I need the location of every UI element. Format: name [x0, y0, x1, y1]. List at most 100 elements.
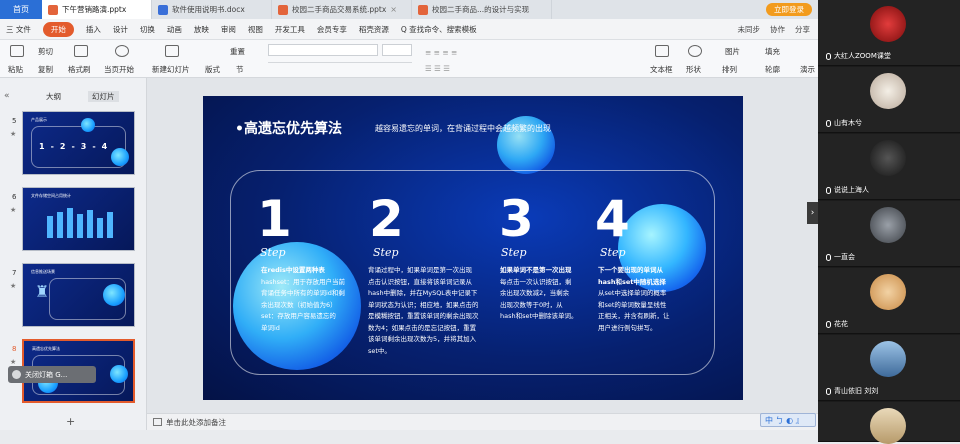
tower-icon: ♜	[35, 282, 50, 301]
menu-file[interactable]: 三 文件	[6, 24, 31, 35]
step-number[interactable]: 2	[369, 190, 404, 248]
shape-icon[interactable]	[688, 45, 702, 57]
step-description[interactable]: 在redis中设置两种表 hashset：用于存放用户当前 背诵任务中所有的单词…	[261, 265, 361, 334]
menu-resources[interactable]: 稻壳资源	[359, 24, 389, 35]
doc-tab[interactable]: 校园二手商品交易系统.pptx ×	[272, 0, 412, 19]
participant-name: 一直会	[826, 252, 855, 262]
menu-animation[interactable]: 动画	[167, 24, 182, 35]
menu-start[interactable]: 开始	[42, 21, 74, 37]
docx-icon	[158, 4, 168, 15]
step-description[interactable]: 如果单词不是第一次出现 每点击一次认识按钮，剩 余出现次数减2，当剩余 出现次数…	[500, 265, 592, 323]
tab-bar: 首页 下午营销路演.pptx 软件使用说明书.docx 校园二手商品交易系统.p…	[0, 0, 818, 19]
pptx-icon	[278, 4, 288, 15]
paste-icon[interactable]	[10, 45, 24, 57]
participant-tile[interactable]: 花花	[818, 268, 960, 334]
outline-button[interactable]: 轮廓	[765, 64, 780, 75]
text-box-button[interactable]: 文本框	[650, 64, 673, 75]
menu-slideshow[interactable]: 放映	[194, 24, 209, 35]
doc-tab[interactable]: 软件使用说明书.docx	[152, 0, 272, 19]
menu-review[interactable]: 审阅	[221, 24, 236, 35]
format-painter-icon[interactable]	[74, 45, 88, 57]
section-button[interactable]: 节	[236, 64, 244, 75]
collab-button[interactable]: 协作	[770, 24, 785, 35]
step-label[interactable]: Step	[373, 246, 399, 259]
paste-button[interactable]: 粘贴	[8, 64, 23, 75]
thumb-title: 产品展示	[31, 117, 47, 122]
mic-icon	[826, 320, 831, 328]
pptx-icon	[418, 4, 428, 15]
participant-tile[interactable]: 山有木兮	[818, 67, 960, 133]
slide[interactable]: •高遗忘优先算法 越容易遗忘的单词，在背诵过程中会越频繁的出现 1 Step 在…	[203, 96, 743, 400]
slide-title[interactable]: •高遗忘优先算法	[235, 118, 342, 138]
tab-slides[interactable]: 幻灯片	[88, 91, 119, 102]
add-slide-icon[interactable]: +	[66, 415, 75, 428]
collapse-icon[interactable]: «	[4, 91, 10, 101]
step-label[interactable]: Step	[260, 246, 286, 259]
login-button[interactable]: 立即登录	[766, 3, 812, 16]
participant-tile[interactable]: 一直会	[818, 201, 960, 267]
menu-design[interactable]: 设计	[113, 24, 128, 35]
menu-member[interactable]: 会员专享	[317, 24, 347, 35]
step-number[interactable]: 3	[499, 190, 534, 248]
ime-toolbar[interactable]: 中 ㄅ ◐ 』	[760, 413, 816, 427]
play-icon[interactable]	[115, 45, 129, 57]
shape-button[interactable]: 形状	[686, 64, 701, 75]
command-search[interactable]: Q 查找命令、搜索模板	[401, 24, 477, 35]
step-label[interactable]: Step	[501, 246, 527, 259]
tab-outline[interactable]: 大纲	[46, 91, 61, 102]
cut-button[interactable]: 剪切	[38, 46, 53, 57]
reset-button[interactable]: 重置	[230, 46, 245, 57]
thumb-title: 高遗忘优先算法	[32, 346, 60, 351]
floating-toast[interactable]: 关闭灯箱 G...	[8, 366, 96, 383]
close-icon[interactable]: ×	[390, 5, 397, 14]
slide-subtitle[interactable]: 越容易遗忘的单词，在背诵过程中会越频繁的出现	[375, 123, 551, 134]
slide-thumbnail[interactable]: 产品展示 1-2-3-4	[22, 111, 135, 175]
mic-icon	[826, 387, 831, 395]
participant-tile[interactable]: 青山依旧 刘刘	[818, 335, 960, 401]
menu-transition[interactable]: 切换	[140, 24, 155, 35]
doc-tab-label: 校园二手商品...的设计与实现	[432, 5, 530, 14]
layout-button[interactable]: 版式	[205, 64, 220, 75]
participant-tile[interactable]	[818, 402, 960, 444]
thumb-number: 6	[12, 193, 17, 201]
chevron-right-icon[interactable]: ›	[807, 202, 818, 224]
doc-tab[interactable]: 校园二手商品...的设计与实现	[412, 0, 552, 19]
font-size-field[interactable]	[382, 44, 412, 56]
new-slide-icon[interactable]	[165, 45, 179, 57]
sync-status[interactable]: 未同步	[738, 24, 761, 35]
arrange-button[interactable]: 排列	[722, 64, 737, 75]
text-box-icon[interactable]	[655, 45, 669, 57]
thumb-title: 文件存储空间占用统计	[31, 193, 71, 198]
mic-icon	[826, 186, 831, 194]
slide-thumbnail[interactable]: 信息推送场景 ♜	[22, 263, 135, 327]
home-tab[interactable]: 首页	[0, 0, 42, 19]
from-current-button[interactable]: 当页开始	[104, 64, 134, 75]
copy-button[interactable]: 复制	[38, 64, 53, 75]
thumb-orb	[111, 148, 129, 166]
present-button[interactable]: 演示	[800, 64, 815, 75]
new-slide-button[interactable]: 新建幻灯片	[152, 64, 190, 75]
font-name-field[interactable]	[268, 44, 378, 56]
notes-bar[interactable]: 单击此处添加备注	[147, 413, 818, 430]
participant-name: 说说上海人	[826, 185, 869, 195]
text-format-row	[268, 62, 412, 74]
step-label[interactable]: Step	[600, 246, 626, 259]
thumb-number: 7	[12, 269, 17, 277]
format-painter-button[interactable]: 格式刷	[68, 64, 91, 75]
menu-view[interactable]: 视图	[248, 24, 263, 35]
step-number[interactable]: 1	[257, 190, 292, 248]
align-group: ≡ ≡ ≡ ≡	[425, 48, 458, 57]
participant-tile[interactable]: 大红人ZOOM课堂	[818, 0, 960, 66]
step-description[interactable]: 下一个要出现的单词从 hash和set中随机选择 从set中选择单词的概率 和s…	[598, 265, 696, 334]
share-button[interactable]: 分享	[795, 24, 810, 35]
slide-thumbnail[interactable]: 文件存储空间占用统计	[22, 187, 135, 251]
step-description[interactable]: 背诵过程中，如果单词是第一次出现 点击认识按钮，直接将该单词记录从 hash中删…	[368, 265, 496, 357]
picture-button[interactable]: 图片	[725, 46, 740, 57]
participant-tile[interactable]: 说说上海人	[818, 134, 960, 200]
menu-developer[interactable]: 开发工具	[275, 24, 305, 35]
avatar	[870, 73, 906, 109]
menu-insert[interactable]: 插入	[86, 24, 101, 35]
step-number[interactable]: 4	[595, 190, 630, 248]
fill-button[interactable]: 填充	[765, 46, 780, 57]
doc-tab[interactable]: 下午营销路演.pptx	[42, 0, 152, 19]
